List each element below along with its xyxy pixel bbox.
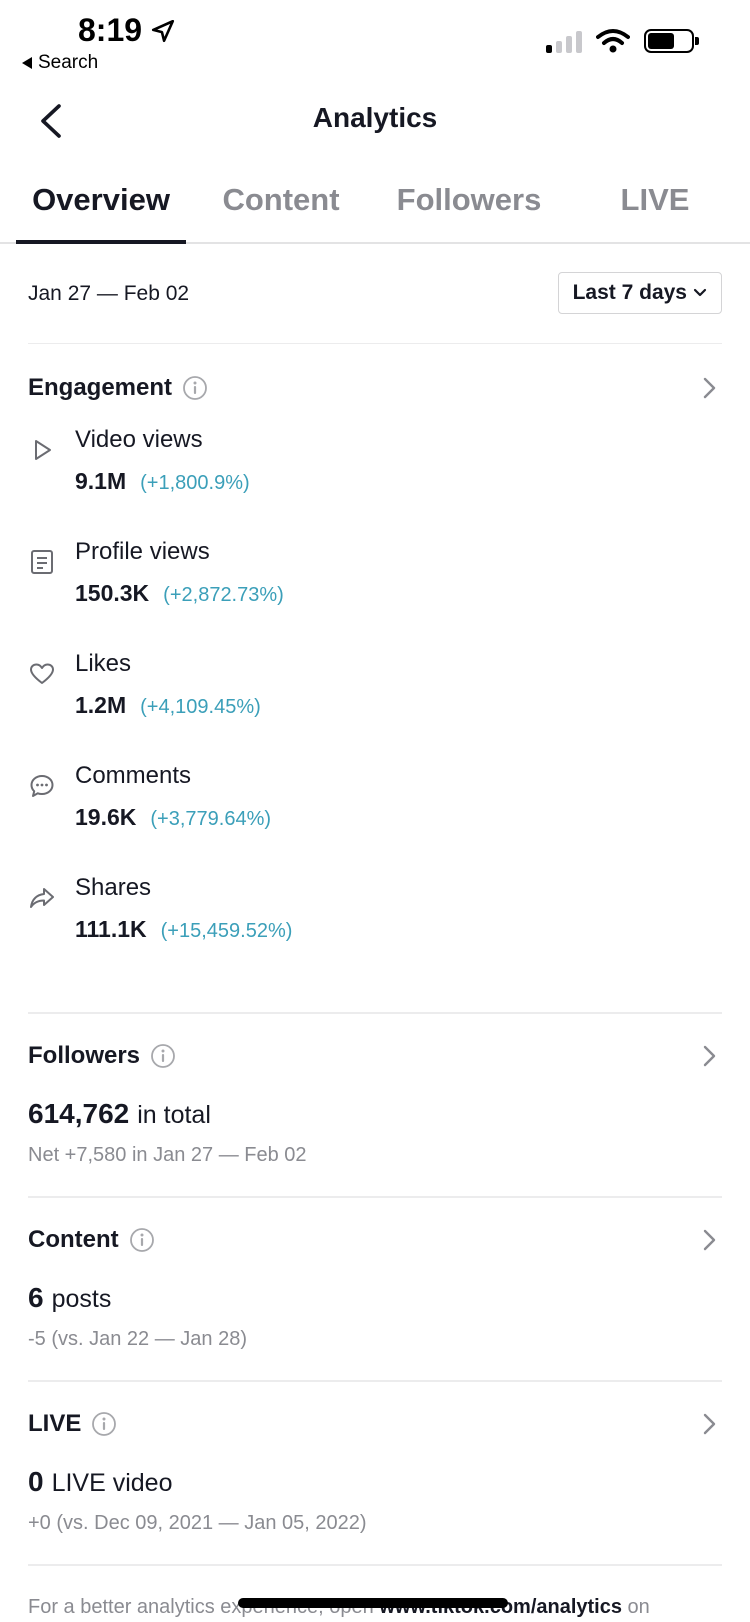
metric-label: Shares	[75, 874, 152, 901]
date-range-label: Jan 27 — Feb 02	[28, 282, 190, 305]
followers-total-row: 614,762 in total	[28, 1098, 722, 1130]
profile-icon	[31, 550, 53, 574]
chevron-right-icon	[703, 1413, 716, 1435]
metric-comments: Comments 19.6K (+3,779.64%)	[28, 762, 722, 852]
metric-label: Likes	[75, 650, 132, 677]
live-total-suffix: LIVE video	[51, 1469, 173, 1497]
comment-icon	[30, 775, 54, 797]
engagement-section: Engagement Video views 9.1M (+1,800.9%) …	[28, 368, 722, 942]
nav-header: Analytics	[0, 88, 750, 156]
content-total-row: 6 posts	[28, 1282, 722, 1314]
metric-shares: Shares 111.1K (+15,459.52%)	[28, 874, 722, 964]
metric-value-row: 19.6K (+3,779.64%)	[75, 804, 271, 831]
metric-value-row: 111.1K (+15,459.52%)	[75, 916, 292, 943]
metric-change: (+3,779.64%)	[150, 808, 272, 830]
chevron-right-icon	[703, 1045, 716, 1067]
wifi-icon	[596, 29, 630, 53]
status-bar: 8:19 Search	[0, 0, 750, 80]
content-total-suffix: posts	[51, 1285, 112, 1313]
metric-value: 150.3K	[75, 580, 150, 606]
status-back-label: Search	[38, 52, 99, 73]
chevron-right-icon	[703, 1229, 716, 1251]
content-section: Content 6 posts -5 (vs. Jan 22 — Jan 28)	[28, 1220, 722, 1351]
chevron-down-icon	[693, 288, 707, 297]
engagement-header[interactable]: Engagement	[28, 368, 722, 408]
metric-value: 19.6K	[75, 804, 137, 830]
section-divider	[28, 1012, 722, 1014]
status-indicators	[546, 28, 699, 54]
followers-header[interactable]: Followers	[28, 1036, 722, 1076]
metric-change: (+1,800.9%)	[140, 472, 250, 494]
chevron-right-icon	[703, 377, 716, 399]
content-title: Content	[28, 1226, 119, 1253]
tab-followers[interactable]: Followers	[376, 166, 562, 242]
followers-title: Followers	[28, 1042, 141, 1069]
cellular-signal-icon	[546, 29, 582, 53]
metric-label: Comments	[75, 762, 192, 789]
footer-text-after: on	[621, 1596, 650, 1618]
back-triangle-icon	[22, 57, 32, 69]
metric-likes: Likes 1.2M (+4,109.45%)	[28, 650, 722, 740]
tab-content[interactable]: Content	[186, 166, 376, 242]
share-icon	[30, 888, 54, 908]
followers-section: Followers 614,762 in total Net +7,580 in …	[28, 1036, 722, 1167]
metric-profile-views: Profile views 150.3K (+2,872.73%)	[28, 538, 722, 628]
live-header[interactable]: LIVE	[28, 1404, 722, 1444]
section-divider	[28, 1564, 722, 1566]
date-row: Jan 27 — Feb 02 Last 7 days	[28, 268, 722, 344]
content-total: 6	[28, 1282, 44, 1313]
info-icon[interactable]	[91, 1411, 117, 1437]
status-time: 8:19	[78, 12, 176, 49]
info-icon[interactable]	[150, 1043, 176, 1069]
date-range-select-value: Last 7 days	[572, 281, 687, 304]
metric-value: 9.1M	[75, 468, 127, 494]
page-title: Analytics	[312, 102, 438, 133]
live-total-row: 0 LIVE video	[28, 1466, 722, 1498]
tab-overview[interactable]: Overview	[16, 166, 186, 244]
metric-video-views: Video views 9.1M (+1,800.9%)	[28, 426, 722, 516]
metric-label: Profile views	[75, 538, 210, 565]
metric-change: (+15,459.52%)	[160, 920, 293, 942]
battery-icon	[644, 29, 699, 53]
followers-total: 614,762	[28, 1098, 130, 1129]
metric-label: Video views	[75, 426, 203, 453]
info-icon[interactable]	[129, 1227, 155, 1253]
analytics-tabs: Overview Content Followers LIVE	[0, 166, 750, 244]
heart-icon	[30, 663, 54, 684]
section-divider	[28, 1196, 722, 1198]
location-arrow-icon	[151, 19, 175, 42]
info-icon[interactable]	[182, 375, 208, 401]
followers-total-suffix: in total	[137, 1101, 211, 1129]
status-time-text: 8:19	[78, 12, 143, 48]
status-back-to-search[interactable]: Search	[22, 52, 98, 74]
section-divider	[28, 1380, 722, 1382]
live-subtitle: +0 (vs. Dec 09, 2021 — Jan 05, 2022)	[28, 1512, 367, 1534]
play-icon	[35, 440, 51, 460]
followers-subtitle: Net +7,580 in Jan 27 — Feb 02	[28, 1144, 307, 1166]
tab-live[interactable]: LIVE	[562, 166, 748, 242]
live-section: LIVE 0 LIVE video +0 (vs. Dec 09, 2021 — …	[28, 1404, 722, 1535]
engagement-title: Engagement	[28, 374, 173, 401]
home-indicator[interactable]	[238, 1598, 508, 1608]
content-subtitle: -5 (vs. Jan 22 — Jan 28)	[28, 1328, 247, 1350]
metric-value: 111.1K	[75, 916, 147, 942]
date-range-select[interactable]: Last 7 days	[557, 272, 722, 314]
content-header[interactable]: Content	[28, 1220, 722, 1260]
live-total: 0	[28, 1466, 44, 1497]
metric-value: 1.2M	[75, 692, 127, 718]
metric-value-row: 1.2M (+4,109.45%)	[75, 692, 261, 719]
live-title: LIVE	[28, 1410, 82, 1437]
metric-change: (+2,872.73%)	[163, 584, 284, 606]
metric-value-row: 9.1M (+1,800.9%)	[75, 468, 250, 495]
metric-change: (+4,109.45%)	[140, 696, 261, 718]
metric-value-row: 150.3K (+2,872.73%)	[75, 580, 284, 607]
